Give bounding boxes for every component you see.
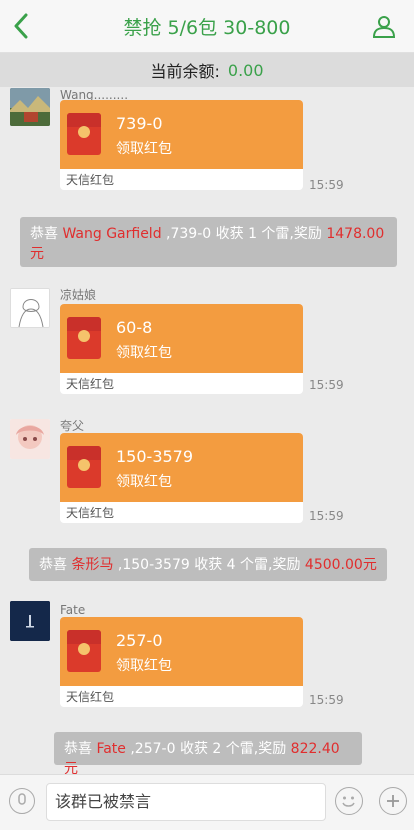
packet-title: 739-0 <box>116 114 163 133</box>
winner-notice: 恭喜 Wang Garfield ,739-0 收获 1 个雷,奖励 1478.… <box>20 217 397 267</box>
winner-notice: 恭喜 条形马 ,150-3579 收获 4 个雷,奖励 4500.00元 <box>29 548 387 581</box>
page-title: 禁抢 5/6包 30-800 <box>123 16 291 39</box>
packet-subtitle: 领取红包 <box>116 658 172 674</box>
avatar-image <box>10 419 50 459</box>
winner-notice: 恭喜 Fate ,257-0 收获 2 个雷,奖励 822.40元 <box>54 732 362 777</box>
reward-amount: 1478.00 <box>326 226 385 242</box>
reward-unit: 元 <box>30 246 44 262</box>
profile-button[interactable] <box>370 12 398 40</box>
voice-button[interactable] <box>9 788 35 814</box>
timestamp: 15:59 <box>309 509 344 523</box>
red-envelope-icon <box>67 317 101 359</box>
plus-icon <box>387 795 399 807</box>
packet-brand: 天信红包 <box>66 377 115 391</box>
chevron-left-icon <box>14 13 28 39</box>
sender-name: Fate <box>60 603 86 617</box>
balance-amount: 0.00 <box>227 60 264 80</box>
avatar[interactable] <box>10 288 50 328</box>
avatar-image <box>11 289 49 327</box>
timestamp: 15:59 <box>309 693 344 707</box>
red-envelope-icon <box>67 630 101 672</box>
balance-label: 当前余额: <box>150 62 220 81</box>
avatar[interactable] <box>10 419 50 459</box>
chat-message: 凉姑娘 60-8 领取红包 天信红包 15:59 <box>0 286 414 396</box>
avatar[interactable] <box>10 88 50 126</box>
red-packet[interactable]: 739-0 领取红包 天信红包 <box>60 100 303 190</box>
packet-subtitle: 领取红包 <box>116 474 172 490</box>
timestamp: 15:59 <box>309 178 344 192</box>
packet-brand: 天信红包 <box>66 690 115 704</box>
chat-message: Wang......... 739-0 领取红包 天信红包 15:59 <box>0 88 414 198</box>
avatar[interactable] <box>10 601 50 641</box>
user-icon <box>372 16 396 38</box>
sender-name: 凉姑娘 <box>60 288 97 302</box>
chat-message: 夸父 150-3579 领取红包 天信红包 15:59 <box>0 417 414 527</box>
avatar-image <box>10 88 50 126</box>
packet-title: 60-8 <box>116 318 153 337</box>
packet-title: 150-3579 <box>116 447 194 466</box>
sender-name: 夸父 <box>60 419 85 433</box>
timestamp: 15:59 <box>309 378 344 392</box>
balance-bar: 当前余额: 0.00 <box>0 53 414 87</box>
avatar-image <box>10 601 50 641</box>
input-bar: 该群已被禁言 <box>0 774 414 830</box>
packet-subtitle: 领取红包 <box>116 345 172 361</box>
packet-brand: 天信红包 <box>66 173 115 187</box>
nav-bar: 禁抢 5/6包 30-800 <box>0 0 414 53</box>
microphone-icon <box>18 793 26 805</box>
red-envelope-icon <box>67 113 101 155</box>
red-envelope-icon <box>67 446 101 488</box>
winner-name: 条形马 <box>71 557 114 573</box>
reward-amount: 4500.00元 <box>304 557 377 573</box>
packet-brand: 天信红包 <box>66 506 115 520</box>
emoji-icon <box>342 796 355 807</box>
emoji-button[interactable] <box>335 787 363 815</box>
red-packet[interactable]: 150-3579 领取红包 天信红包 <box>60 433 303 523</box>
more-button[interactable] <box>379 787 407 815</box>
winner-name: Wang Garfield <box>62 226 162 242</box>
chat-message: Fate 257-0 领取红包 天信红包 15:59 <box>0 601 414 711</box>
packet-subtitle: 领取红包 <box>116 141 172 157</box>
red-packet[interactable]: 257-0 领取红包 天信红包 <box>60 617 303 707</box>
message-input[interactable]: 该群已被禁言 <box>46 783 326 821</box>
back-button[interactable] <box>6 10 36 42</box>
packet-title: 257-0 <box>116 631 163 650</box>
red-packet[interactable]: 60-8 领取红包 天信红包 <box>60 304 303 394</box>
winner-name: Fate <box>96 741 126 757</box>
